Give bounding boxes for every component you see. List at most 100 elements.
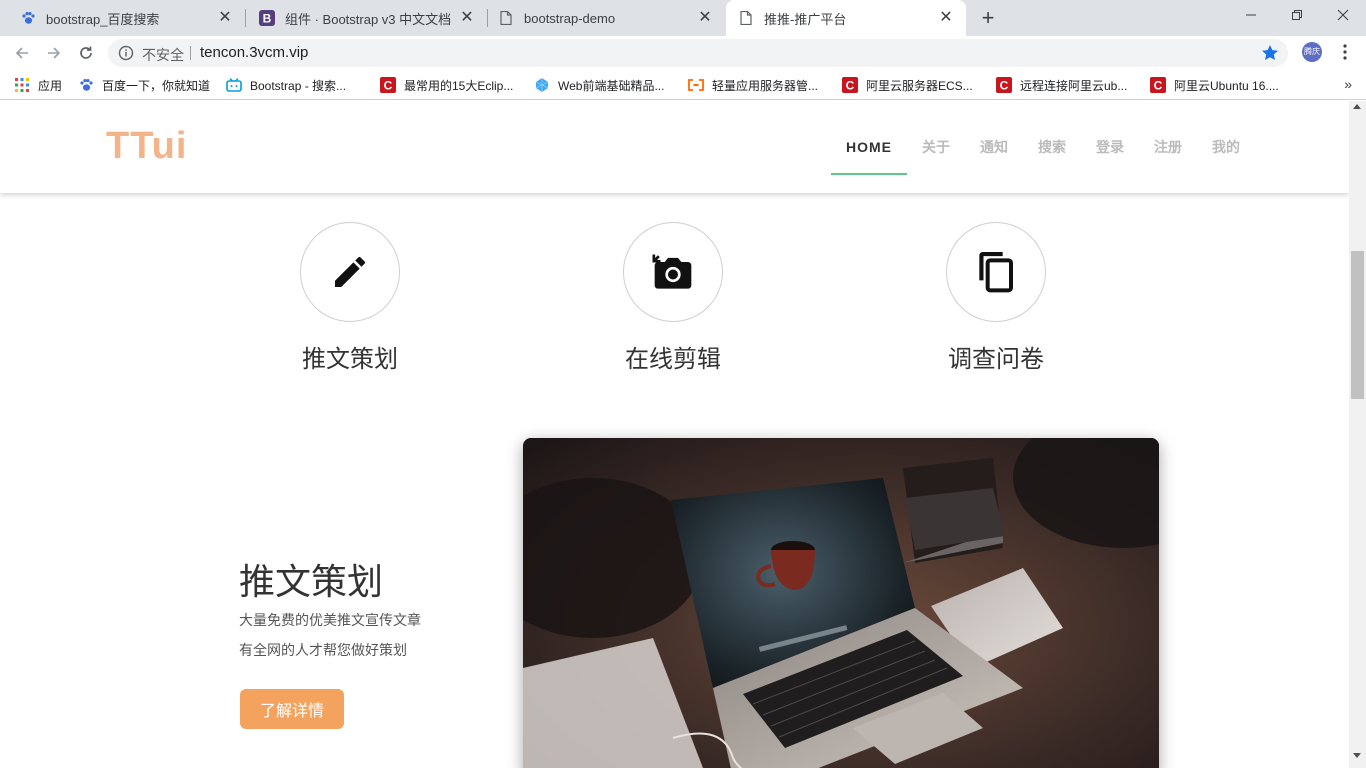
profile-avatar[interactable]: 腾庆 <box>1302 42 1322 62</box>
bookmark-label: 阿里云Ubuntu 16.... <box>1174 78 1279 93</box>
info-icon[interactable] <box>118 45 134 61</box>
nav-register[interactable]: 注册 <box>1139 101 1197 193</box>
baidu-paw-icon <box>78 77 94 93</box>
tab-bootstrap-demo[interactable]: bootstrap-demo ✕ <box>478 0 725 36</box>
page-icon <box>498 10 514 26</box>
bookmark-aliyun-ecs[interactable]: C 阿里云服务器ECS... <box>842 76 973 94</box>
feature-icon-circle[interactable] <box>946 222 1046 322</box>
scrollbar-thumb[interactable] <box>1351 251 1364 399</box>
svg-text:C: C <box>1154 79 1163 93</box>
bookmarks-overflow-button[interactable]: » <box>1344 76 1352 92</box>
bookmark-label: Bootstrap - 搜索... <box>250 78 347 93</box>
bookmark-aliyun-ubuntu16[interactable]: C 阿里云Ubuntu 16.... <box>1150 76 1279 94</box>
bookmark-label: Web前端基础精品... <box>558 78 665 93</box>
promo-title: 推文策划 <box>239 561 384 602</box>
menu-button[interactable] <box>1335 42 1355 62</box>
reload-icon <box>80 46 92 59</box>
csdn-c-icon: C <box>1150 77 1166 93</box>
scroll-down-arrow-icon[interactable] <box>1353 753 1361 758</box>
bookmark-web-frontend[interactable]: Web前端基础精品... <box>534 76 664 94</box>
page-viewport: TTui HOME 关于 通知 搜索 登录 注册 我的 推文策划 在线剪辑 调查… <box>0 101 1349 768</box>
nav-login[interactable]: 登录 <box>1081 101 1139 193</box>
minimize-icon <box>1246 14 1256 16</box>
copy-icon <box>979 252 1013 293</box>
arrow-left-icon <box>15 47 28 59</box>
more-vert-icon <box>1343 44 1347 60</box>
aliyun-bracket-icon <box>688 77 704 93</box>
nav-mine[interactable]: 我的 <box>1197 101 1255 193</box>
tab-title: 推推-推广平台 <box>764 11 847 27</box>
bookmark-label: 阿里云服务器ECS... <box>866 78 973 93</box>
site-nav-links: HOME 关于 通知 搜索 登录 注册 我的 <box>831 101 1255 193</box>
forward-button[interactable] <box>42 41 66 65</box>
reload-button[interactable] <box>74 41 98 65</box>
pencil-icon <box>335 256 365 287</box>
camera-rotate-icon <box>652 254 692 289</box>
laptop-photo <box>523 438 1159 768</box>
feature-label: 调查问卷 <box>948 346 1044 373</box>
bookmark-label: 最常用的15大Eclip... <box>404 78 514 93</box>
insecure-label: 不安全 <box>142 47 184 63</box>
bookmark-label: 轻量应用服务器管... <box>712 78 819 93</box>
csdn-c-icon: C <box>842 77 858 93</box>
bookmark-light-server[interactable]: 轻量应用服务器管... <box>688 76 818 94</box>
feature-survey[interactable]: 调查问卷 <box>896 222 1096 374</box>
bookmark-remote-ubuntu[interactable]: C 远程连接阿里云ub... <box>996 76 1127 94</box>
svg-text:C: C <box>384 79 393 93</box>
svg-text:C: C <box>1000 79 1009 93</box>
tab-close-icon[interactable]: ✕ <box>459 10 475 26</box>
close-icon <box>1337 9 1349 21</box>
svg-text:C: C <box>846 79 855 93</box>
apps-grid-icon <box>14 77 30 93</box>
scroll-up-arrow-icon[interactable] <box>1353 104 1361 109</box>
tab-baidu-search[interactable]: bootstrap_百度搜索 ✕ <box>0 0 245 36</box>
star-icon[interactable] <box>1260 43 1280 63</box>
promo-line-2: 有全网的人才帮您做好策划 <box>239 642 407 658</box>
bookmark-eclipse[interactable]: C 最常用的15大Eclip... <box>380 76 513 94</box>
new-tab-button[interactable]: + <box>976 6 1000 30</box>
nav-search[interactable]: 搜索 <box>1023 101 1081 193</box>
feature-planning[interactable]: 推文策划 <box>250 222 450 374</box>
nav-about[interactable]: 关于 <box>907 101 965 193</box>
tab-close-icon[interactable]: ✕ <box>217 10 233 26</box>
back-button[interactable] <box>10 41 34 65</box>
promo-line-1: 大量免费的优美推文宣传文章 <box>239 612 421 628</box>
bookmark-label: 应用 <box>38 78 63 93</box>
tab-title: bootstrap_百度搜索 <box>46 11 160 27</box>
url-text[interactable]: tencon.3vcm.vip <box>200 44 308 61</box>
tab-strip: bootstrap_百度搜索 ✕ B 组件 · Bootstrap v3 中文文… <box>0 0 1366 36</box>
csdn-c-icon: C <box>996 77 1012 93</box>
page-scrollbar[interactable] <box>1349 101 1366 768</box>
bookmark-baidu[interactable]: 百度一下，你就知道 <box>78 76 210 94</box>
site-logo[interactable]: TTui <box>106 125 187 168</box>
tab-bootstrap-docs[interactable]: B 组件 · Bootstrap v3 中文文档 ✕ <box>239 0 487 36</box>
feature-label: 在线剪辑 <box>625 346 721 373</box>
tab-title: 组件 · Bootstrap v3 中文文档 <box>285 11 452 27</box>
svg-text:B: B <box>263 12 272 26</box>
feature-editing[interactable]: 在线剪辑 <box>573 222 773 374</box>
bookmark-apps[interactable]: 应用 <box>14 76 62 94</box>
nav-home[interactable]: HOME <box>831 101 907 193</box>
bookmarks-bar: 应用 百度一下，你就知道 Bootstrap - 搜索... C 最常用的15大… <box>0 70 1366 100</box>
bookmark-label: 百度一下，你就知道 <box>102 78 211 93</box>
csdn-c-icon: C <box>380 77 396 93</box>
arrow-right-icon <box>48 47 61 59</box>
restore-icon <box>1292 10 1302 20</box>
restore-button[interactable] <box>1274 0 1320 30</box>
address-bar[interactable]: 不安全 tencon.3vcm.vip <box>108 39 1288 67</box>
tab-close-icon[interactable]: ✕ <box>697 10 713 26</box>
tab-close-icon[interactable]: ✕ <box>938 10 954 26</box>
learn-more-button[interactable]: 了解详情 <box>240 689 344 729</box>
feature-icon-circle[interactable] <box>623 222 723 322</box>
baidu-paw-icon <box>20 10 36 26</box>
feature-label: 推文策划 <box>302 346 398 373</box>
feature-icon-circle[interactable] <box>300 222 400 322</box>
close-window-button[interactable] <box>1320 0 1366 30</box>
laptop-coffee-image <box>523 438 1159 768</box>
tab-title: bootstrap-demo <box>524 10 616 26</box>
bilibili-tv-icon <box>226 77 242 93</box>
tab-tuitui-active[interactable]: 推推-推广平台 ✕ <box>726 0 966 36</box>
bookmark-bootstrap-search[interactable]: Bootstrap - 搜索... <box>226 76 346 94</box>
nav-notice[interactable]: 通知 <box>965 101 1023 193</box>
minimize-button[interactable] <box>1228 0 1274 30</box>
